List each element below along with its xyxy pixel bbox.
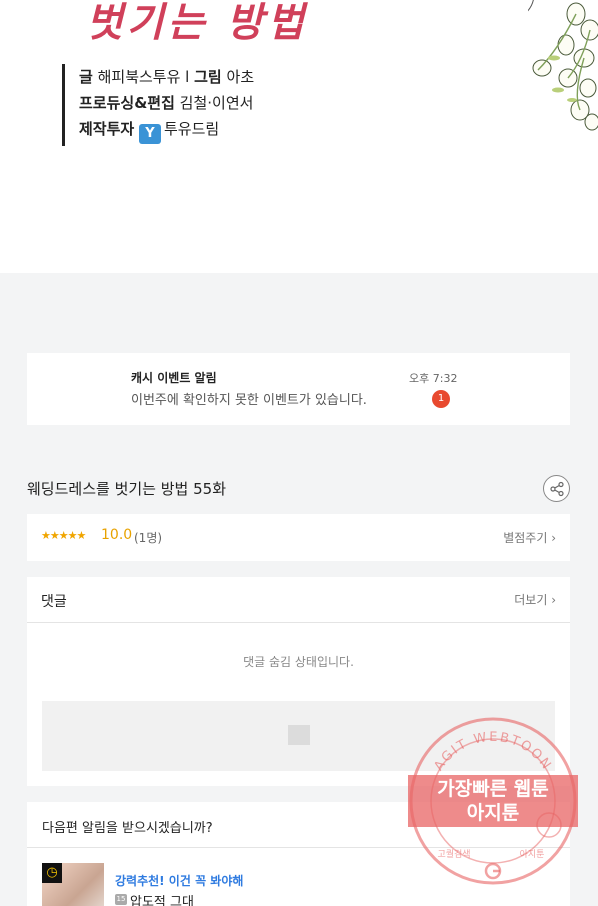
next-alert-title: 다음편 알림을 받으시겠습니까? [42,821,213,836]
episode-end-banner: 벗기는 방법 글 해피북스투유 l 그림 아초 프로듀싱&편집 김철·이연서 제… [0,0,598,273]
notice-text: 이번주에 확인하지 못한 이벤트가 있습니다. [131,393,367,408]
share-button[interactable] [543,475,570,502]
rating-count: (1명) [134,531,163,545]
notice-title: 캐시 이벤트 알림 [131,371,217,385]
credit-producer: 프로듀싱&편집 김철·이연서 [79,90,254,116]
cash-event-notice[interactable]: 캐시 이벤트 알림 이번주에 확인하지 못한 이벤트가 있습니다. 오후 7:3… [27,353,570,425]
episode-title: 웨딩드레스를 벗기는 방법 55화 [27,480,226,498]
rate-button[interactable]: 별점주기 › [503,529,556,546]
age-rating-badge: 15 [115,894,127,905]
notice-count-badge: 1 [432,390,450,408]
credit-value: 아초 [226,68,255,86]
studio-logo-icon: Y [138,124,161,144]
notice-time: 오후 7:32 [409,372,458,385]
ad-placeholder [42,701,555,771]
image-placeholder-icon [288,725,310,745]
clock-icon: ◷ [42,863,62,883]
credit-label: 글 [79,68,93,86]
rating-score: 10.0 [101,527,133,543]
credit-value: 투유드림 [163,120,220,138]
comments-section: 댓글 더보기 › 댓글 숨김 상태입니다. [27,577,570,786]
credit-label: 그림 [194,68,222,86]
comments-title: 댓글 [41,594,67,610]
next-episode-alert: 다음편 알림을 받으시겠습니까? ◷ 강력추천! 이건 꼭 봐야해 15 압도적… [27,802,570,906]
banner-title: 벗기는 방법 [86,0,308,46]
credit-investor: 제작투자 Y 투유드림 [79,116,254,144]
credit-writer-artist: 글 해피북스투유 l 그림 아초 [79,64,254,90]
credit-label: 제작투자 [79,120,135,138]
comments-hidden-message: 댓글 숨김 상태입니다. [243,655,354,669]
divider [27,847,570,848]
credit-value: 김철·이연서 [179,94,254,112]
flower-illustration [528,0,598,131]
share-icon [550,481,564,497]
credits-block: 글 해피북스투유 l 그림 아초 프로듀싱&편집 김철·이연서 제작투자 Y 투유… [62,64,254,146]
divider [27,622,570,623]
recommend-label[interactable]: 강력추천! 이건 꼭 봐야해 [115,872,243,889]
star-rating-icon: ★★★★★ [41,529,86,542]
credit-value: 해피북스투유 l [97,68,190,86]
rating-bar: ★★★★★ 10.0 (1명) 별점주기 › [27,514,570,561]
credit-label: 프로듀싱&편집 [79,94,175,112]
recommended-title[interactable]: 압도적 그대 [130,891,194,906]
comments-more-button[interactable]: 더보기 › [514,591,556,608]
